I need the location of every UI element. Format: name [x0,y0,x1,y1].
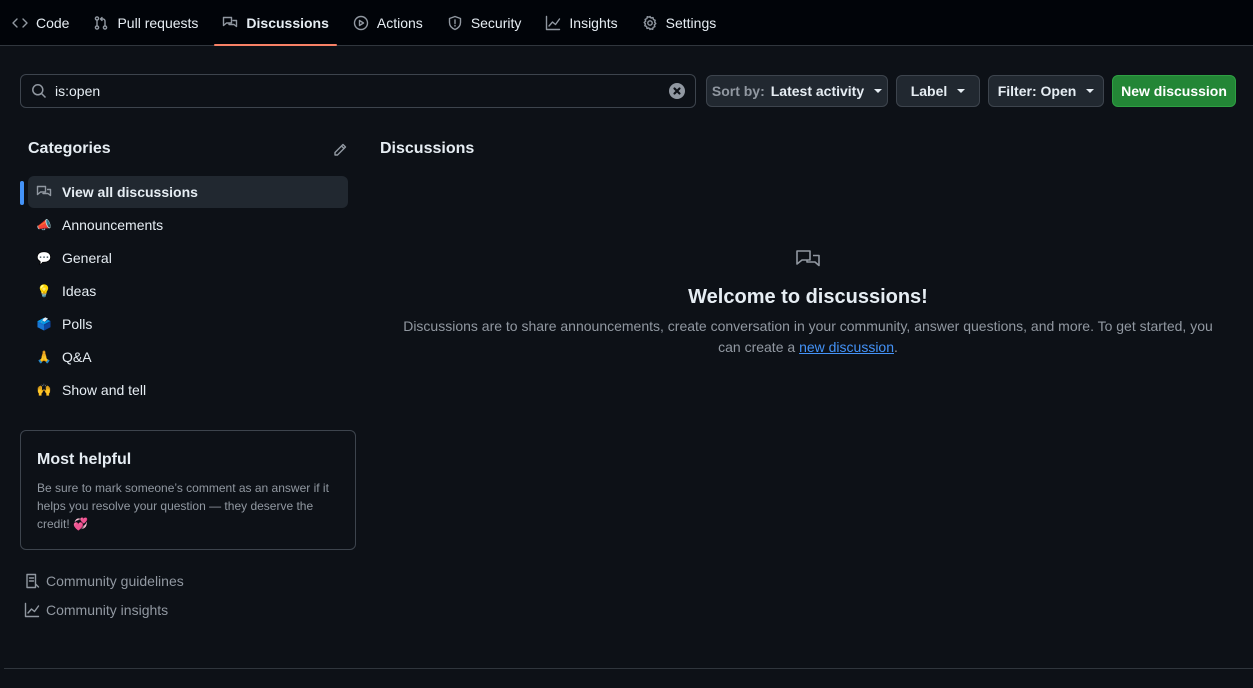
category-label: Polls [62,316,93,332]
category-label: Announcements [62,217,164,233]
repo-nav: Code Pull requests Discussions Actions S… [0,0,1253,46]
comment-discussion-icon [796,250,820,267]
most-helpful-text: Be sure to mark someone’s comment as an … [37,479,339,533]
code-icon [12,17,28,28]
tab-label: Code [36,14,70,31]
category-polls[interactable]: 🗳️ Polls [28,308,348,340]
footer-divider [4,668,1253,669]
tab-label: Actions [376,14,423,31]
folded-hands-icon: 🙏 [36,350,52,364]
label-button-text: Label [910,83,948,99]
tab-label: Discussions [246,14,329,31]
pull-request-icon [95,15,108,30]
new-discussion-link[interactable]: new discussion [799,339,894,355]
graph-icon [24,602,40,618]
category-ideas[interactable]: 💡 Ideas [28,275,348,307]
tab-label: Insights [569,14,618,31]
sort-button[interactable]: Sort by: Latest activity [706,75,888,107]
hearts-icon: 💞 [73,517,88,531]
category-general[interactable]: 💬 General [28,242,348,274]
most-helpful-box: Most helpful Be sure to mark someone’s c… [20,430,356,550]
shield-icon [448,15,462,30]
search-icon [32,84,47,99]
clear-search-button[interactable] [669,83,685,99]
caret-down-icon [874,89,883,93]
category-show-and-tell[interactable]: 🙌 Show and tell [28,374,348,406]
graph-icon [546,15,561,30]
filter-button-text: Filter: Open [997,83,1077,99]
welcome-description: Discussions are to share announcements, … [400,316,1216,358]
tab-insights[interactable]: Insights [537,0,625,45]
raised-hands-icon: 🙌 [36,383,52,397]
welcome-title: Welcome to discussions! [688,286,928,308]
book-icon [26,573,40,589]
tab-settings[interactable]: Settings [634,0,725,45]
edit-categories-button[interactable] [332,142,348,158]
categories-heading: Categories [28,140,111,157]
community-guidelines-label: Community guidelines [46,573,184,589]
category-label: Ideas [62,283,97,299]
caret-down-icon [1086,89,1095,93]
play-icon [353,15,369,30]
filter-button[interactable]: Filter: Open [988,75,1104,107]
category-qa[interactable]: 🙏 Q&A [28,341,348,373]
tab-security[interactable]: Security [439,0,530,45]
tab-label: Pull requests [117,14,199,31]
gear-icon [643,15,657,30]
community-guidelines-link[interactable]: Community guidelines [24,573,184,589]
sort-value: Latest activity [770,83,865,99]
ballot-box-icon: 🗳️ [36,317,52,331]
search-input[interactable] [55,83,669,99]
caret-down-icon [957,89,966,93]
category-label: General [62,250,112,266]
community-insights-label: Community insights [46,602,169,618]
new-discussion-text: New discussion [1121,83,1227,99]
speech-bubble-icon: 💬 [36,251,52,265]
light-bulb-icon: 💡 [36,284,52,298]
tab-label: Settings [665,14,717,31]
category-list: View all discussions 📣 Announcements 💬 G… [20,176,348,407]
tab-discussions[interactable]: Discussions [214,0,338,46]
category-view-all[interactable]: View all discussions [20,176,348,208]
tab-actions[interactable]: Actions [345,0,431,45]
tab-pull-requests[interactable]: Pull requests [85,0,206,45]
sort-prefix: Sort by: [711,83,765,99]
pencil-icon [334,143,347,156]
tab-code[interactable]: Code [4,0,77,45]
x-icon [673,87,681,95]
welcome-end: . [894,339,898,355]
new-discussion-button[interactable]: New discussion [1112,75,1236,107]
category-label: View all discussions [62,184,198,200]
search-box [20,74,696,108]
category-label: Show and tell [62,382,147,398]
label-button[interactable]: Label [896,75,980,107]
discussions-icon [36,185,52,197]
most-helpful-title: Most helpful [37,451,132,468]
discussions-icon [223,16,238,27]
megaphone-icon: 📣 [36,218,52,232]
tab-label: Security [470,14,522,31]
category-announcements[interactable]: 📣 Announcements [28,209,348,241]
discussions-heading: Discussions [380,140,475,157]
community-insights-link[interactable]: Community insights [24,602,168,618]
category-label: Q&A [62,349,92,365]
discussions-icon [795,248,821,274]
